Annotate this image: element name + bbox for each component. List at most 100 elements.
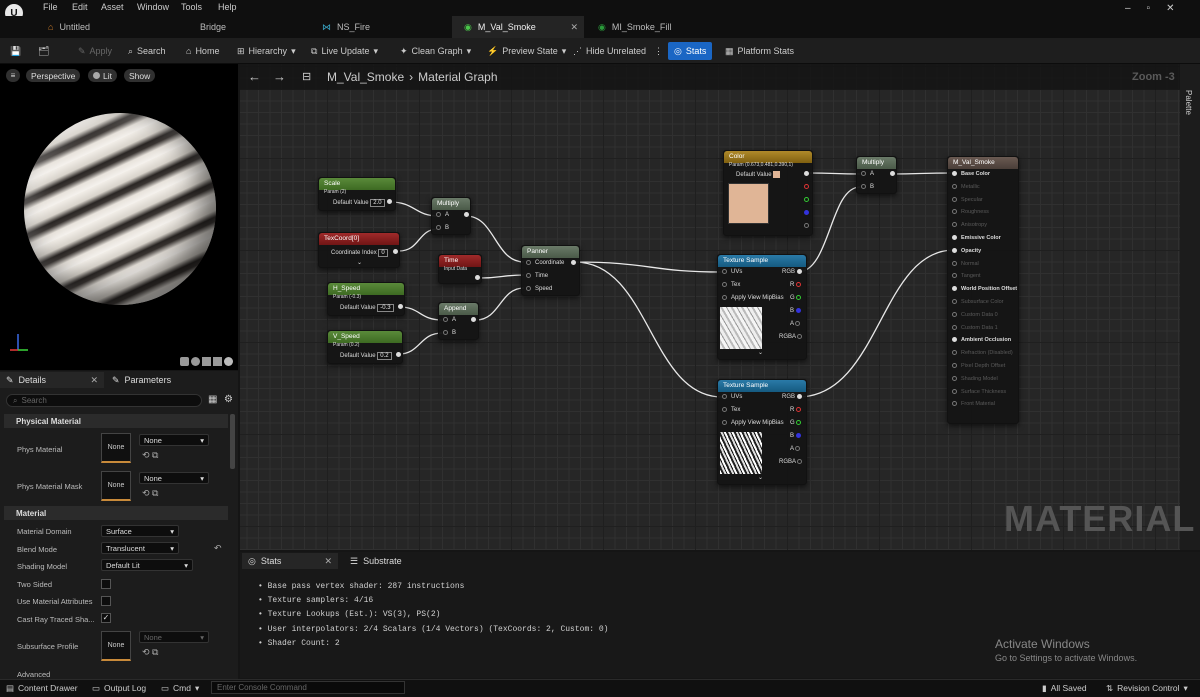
output-pin-r[interactable] <box>804 184 813 190</box>
node-v-speed[interactable]: V_Speed Param (0.2) Default Value 0.2 <box>327 330 403 364</box>
output-input-pin[interactable]: Roughness <box>952 209 989 215</box>
output-input-pin[interactable]: Tangent <box>952 273 981 279</box>
output-pin-a[interactable]: A <box>790 321 804 327</box>
close-icon[interactable]: ✕ <box>570 22 578 33</box>
output-pin-a[interactable]: A <box>790 446 804 452</box>
tab-parameters[interactable]: ✎ Parameters <box>106 372 177 388</box>
clean-graph-button[interactable]: ✦ Clean Graph ▾ <box>400 38 471 64</box>
value-box[interactable]: 0 <box>378 249 388 257</box>
use-material-attributes-checkbox[interactable] <box>101 596 111 606</box>
search-button[interactable]: ⌕ Search <box>128 38 166 64</box>
output-input-pin[interactable]: Front Material <box>952 401 995 407</box>
tab-details[interactable]: ✎ Details ✕ <box>0 372 104 388</box>
output-pin[interactable] <box>387 199 396 205</box>
input-pin-a[interactable]: A <box>436 212 449 218</box>
output-input-pin[interactable]: Emissive Color <box>952 235 1001 241</box>
subsurface-profile-dropdown[interactable]: None ▾ <box>139 631 209 643</box>
node-multiply-1[interactable]: Multiply A B <box>431 197 471 235</box>
output-input-pin[interactable]: Base Color <box>952 171 990 177</box>
node-texture-sample-1[interactable]: Texture Sample UVs Tex Apply View MipBia… <box>717 254 807 360</box>
palette-label[interactable]: Palette <box>1184 90 1193 115</box>
input-pin-b[interactable]: B <box>861 184 874 190</box>
node-material-output[interactable]: M_Val_Smoke Base Color Metallic Specular Ro… <box>947 156 1019 424</box>
section-material[interactable]: Material <box>4 506 228 520</box>
output-pin-rgb[interactable]: RGB <box>782 269 806 275</box>
preview-state-button[interactable]: ⚡ Preview State ▾ <box>487 38 566 64</box>
reset-icon[interactable]: ↶ <box>214 543 222 554</box>
output-pin[interactable] <box>475 275 484 281</box>
menu-asset[interactable]: Asset <box>101 2 124 12</box>
forward-arrow-icon[interactable]: → <box>273 69 286 84</box>
close-icon[interactable]: ✕ <box>324 556 332 567</box>
tab-mi-smoke-fill[interactable]: ◉ MI_Smoke_Fill <box>586 16 716 38</box>
output-pin-b[interactable] <box>804 210 813 216</box>
output-input-pin[interactable]: Anisotropy <box>952 222 987 228</box>
close-icon[interactable]: ✕ <box>90 375 98 386</box>
menu-help[interactable]: Help <box>218 2 237 12</box>
cmd-button[interactable]: ▭ Cmd ▾ <box>161 679 199 697</box>
output-pin[interactable] <box>398 304 407 310</box>
sphere-icon[interactable] <box>191 357 200 366</box>
value-box[interactable]: 0.2 <box>377 352 392 360</box>
input-pin-coordinate[interactable]: Coordinate <box>526 260 564 266</box>
output-input-pin[interactable]: Refraction (Disabled) <box>952 350 1013 356</box>
input-pin-b[interactable]: B <box>443 330 456 336</box>
shading-model-dropdown[interactable]: Default Lit ▾ <box>101 559 193 571</box>
chevron-down-icon[interactable]: ⌄ <box>758 349 763 356</box>
section-physical-material[interactable]: Physical Material <box>4 414 228 428</box>
h-speed-default-value[interactable]: Default Value -0.3 <box>340 304 394 312</box>
more-icon[interactable]: ⋮ <box>654 46 663 57</box>
tab-stats[interactable]: ◎ Stats ✕ <box>242 553 338 569</box>
tab-ns-fire[interactable]: ⋈ NS_Fire <box>310 16 450 38</box>
live-update-button[interactable]: ⧉ Live Update ▾ <box>311 38 378 64</box>
output-input-pin[interactable]: Pixel Depth Offset <box>952 363 1005 369</box>
output-pin-rgb[interactable]: RGB <box>782 394 806 400</box>
asset-actions-icon[interactable]: ⟲ ⧉ <box>142 450 158 461</box>
output-input-pin[interactable]: Custom Data 0 <box>952 312 998 318</box>
scale-default-value[interactable]: Default Value 2.0 <box>333 199 385 207</box>
home-button[interactable]: ⌂ Home <box>186 38 219 64</box>
output-input-pin[interactable]: World Position Offset <box>952 286 1017 292</box>
output-input-pin[interactable]: Custom Data 1 <box>952 325 998 331</box>
node-append[interactable]: Append A B <box>438 302 479 340</box>
input-pin-uvs[interactable]: UVs <box>722 269 742 275</box>
details-search-input[interactable]: ⌕ Search <box>6 394 202 407</box>
node-color[interactable]: Color Param (0.673,0.481,0.390,1) Default… <box>723 150 813 236</box>
phys-material-mask-dropdown[interactable]: None ▾ <box>139 472 209 484</box>
node-multiply-2[interactable]: Multiply A B <box>856 156 897 194</box>
input-pin-time[interactable]: Time <box>526 273 548 279</box>
save-icon[interactable]: 💾 <box>10 38 21 64</box>
phys-material-mask-thumbnail[interactable]: None <box>101 471 131 501</box>
output-input-pin[interactable]: Opacity <box>952 248 981 254</box>
value-box[interactable]: 2.0 <box>370 199 385 207</box>
node-texture-sample-2[interactable]: Texture Sample UVs Tex Apply View MipBia… <box>717 379 807 485</box>
breadcrumb-asset[interactable]: M_Val_Smoke <box>327 70 404 84</box>
two-sided-checkbox[interactable] <box>101 579 111 589</box>
node-time[interactable]: Time Input Data <box>438 254 482 284</box>
tab-m-val-smoke[interactable]: ◉ M_Val_Smoke ✕ <box>452 16 584 38</box>
lit-button[interactable]: Lit <box>88 69 117 82</box>
asset-actions-icon[interactable]: ⟲ ⧉ <box>142 647 158 658</box>
phys-material-thumbnail[interactable]: None <box>101 433 131 463</box>
teapot-icon[interactable] <box>224 357 233 366</box>
hierarchy-button[interactable]: ⊞ Hierarchy ▾ <box>237 38 296 64</box>
menu-tools[interactable]: Tools <box>181 2 202 12</box>
output-input-pin[interactable]: Ambient Occlusion <box>952 337 1011 343</box>
chevron-down-icon[interactable]: ⌄ <box>357 259 362 266</box>
platform-stats-button[interactable]: ▦ Platform Stats <box>725 38 794 64</box>
output-input-pin[interactable]: Metallic <box>952 184 980 190</box>
gear-icon[interactable]: ⚙ <box>224 394 233 405</box>
input-pin-a[interactable]: A <box>861 171 874 177</box>
input-pin-tex[interactable]: Tex <box>722 282 740 288</box>
output-input-pin[interactable]: Surface Thickness <box>952 389 1006 395</box>
input-pin-b[interactable]: B <box>436 225 449 231</box>
output-pin-rgba[interactable]: RGBA <box>779 334 806 340</box>
output-pin-b[interactable]: B <box>790 308 805 314</box>
node-texcoord[interactable]: TexCoord[0] Coordinate Index 0 ⌄ <box>318 232 400 268</box>
hamburger-icon[interactable]: ≡ <box>6 69 20 82</box>
color-default-value[interactable]: Default Value <box>736 171 781 178</box>
browse-icon[interactable]: 🗂 <box>38 38 49 64</box>
chevron-down-icon[interactable]: ⌄ <box>758 474 763 481</box>
back-arrow-icon[interactable]: ← <box>248 69 261 84</box>
v-speed-default-value[interactable]: Default Value 0.2 <box>340 352 392 360</box>
